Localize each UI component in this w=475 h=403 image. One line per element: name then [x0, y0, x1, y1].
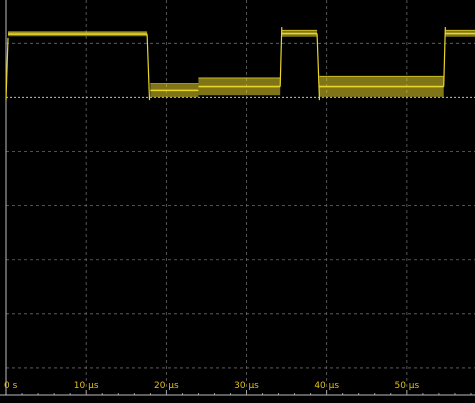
x-tick-label: 50 µs: [394, 381, 419, 391]
x-tick-label: 0 s: [4, 381, 18, 391]
waveform-plot: 0 s 10 µs 20 µs 30 µs 40 µs 50 µs: [0, 0, 475, 396]
x-tick-label: 10 µs: [74, 381, 99, 391]
trace-edge: [279, 27, 283, 87]
trace-edge: [443, 27, 446, 87]
x-tick-label: 20 µs: [154, 381, 179, 391]
trace-edge: [146, 34, 151, 101]
oscilloscope-screen: 0 s 10 µs 20 µs 30 µs 40 µs 50 µs: [0, 0, 475, 403]
x-tick-label: 40 µs: [314, 381, 339, 391]
x-tick-label: 30 µs: [234, 381, 259, 391]
